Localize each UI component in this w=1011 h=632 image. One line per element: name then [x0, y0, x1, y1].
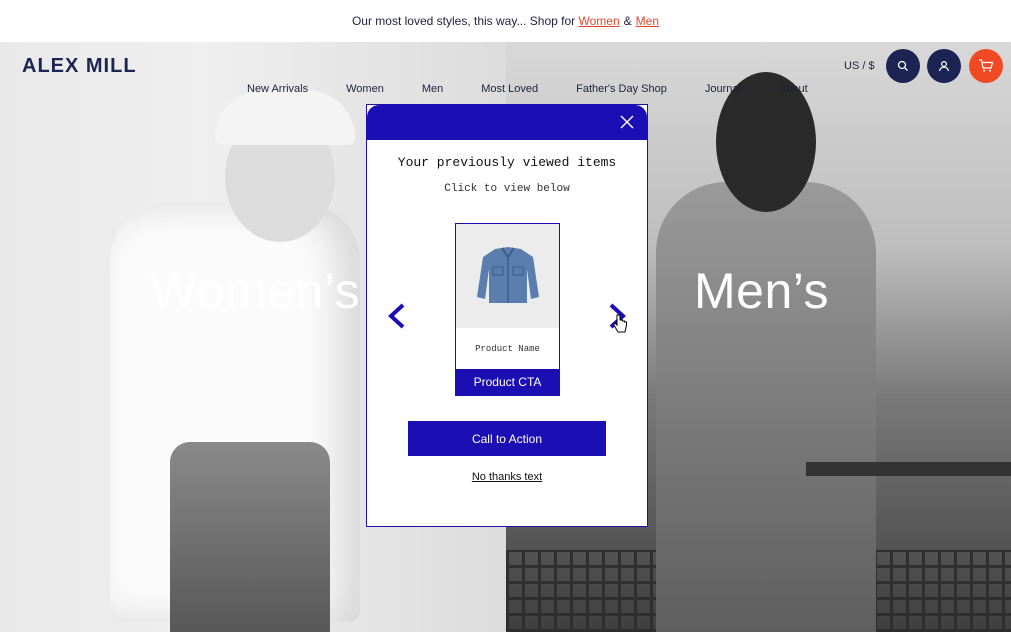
hero-men-photo-rail: [806, 462, 1011, 476]
product-image[interactable]: [456, 224, 559, 328]
user-icon: [938, 60, 950, 72]
product-cta-button[interactable]: Product CTA: [456, 369, 559, 395]
hero-women-photo-jeans: [170, 442, 330, 632]
nav-item-most-loved[interactable]: Most Loved: [481, 83, 538, 95]
close-icon[interactable]: [619, 114, 635, 130]
announcement-bar: Our most loved styles, this way... Shop …: [0, 0, 1011, 42]
product-name[interactable]: Product Name: [456, 344, 559, 354]
nav-item-fathers-day-shop[interactable]: Father's Day Shop: [576, 83, 667, 95]
modal-subtitle: Click to view below: [444, 183, 570, 195]
nav-item-journal[interactable]: Journal: [705, 83, 741, 95]
nav-item-about[interactable]: About: [779, 83, 808, 95]
announcement-women-link[interactable]: Women: [579, 14, 620, 28]
search-icon: [897, 60, 908, 71]
main-nav: New Arrivals Women Men Most Loved Father…: [247, 83, 846, 95]
nav-item-new-arrivals[interactable]: New Arrivals: [247, 83, 308, 95]
announcement-men-link[interactable]: Men: [636, 14, 659, 28]
hand-cursor-icon: [612, 314, 627, 333]
brand-logo[interactable]: ALEX MILL: [22, 55, 137, 78]
announcement-text: Our most loved styles, this way... Shop …: [351, 14, 576, 28]
hero-women-label[interactable]: Women’s: [150, 262, 360, 320]
call-to-action-button[interactable]: Call to Action: [408, 421, 606, 456]
locale-selector[interactable]: US / $: [844, 60, 875, 72]
announcement-ampersand: &: [623, 14, 632, 28]
product-card[interactable]: Product Name Product CTA: [455, 223, 560, 396]
recently-viewed-modal: Your previously viewed items Click to vi…: [366, 104, 648, 527]
cart-button[interactable]: [969, 49, 1003, 83]
hero-women-photo-cap: [215, 90, 355, 145]
account-button[interactable]: [927, 49, 961, 83]
cart-icon: [979, 59, 994, 72]
search-button[interactable]: [886, 49, 920, 83]
hero-men-photo-body: [656, 182, 876, 632]
modal-title: Your previously viewed items: [397, 155, 617, 170]
nav-item-men[interactable]: Men: [422, 83, 443, 95]
no-thanks-link[interactable]: No thanks text: [367, 471, 647, 483]
nav-item-women[interactable]: Women: [346, 83, 384, 95]
chevron-left-icon[interactable]: [387, 303, 407, 329]
denim-jacket-image: [476, 247, 539, 303]
hero-men-label[interactable]: Men’s: [694, 262, 829, 320]
modal-header-bar: [367, 105, 647, 140]
